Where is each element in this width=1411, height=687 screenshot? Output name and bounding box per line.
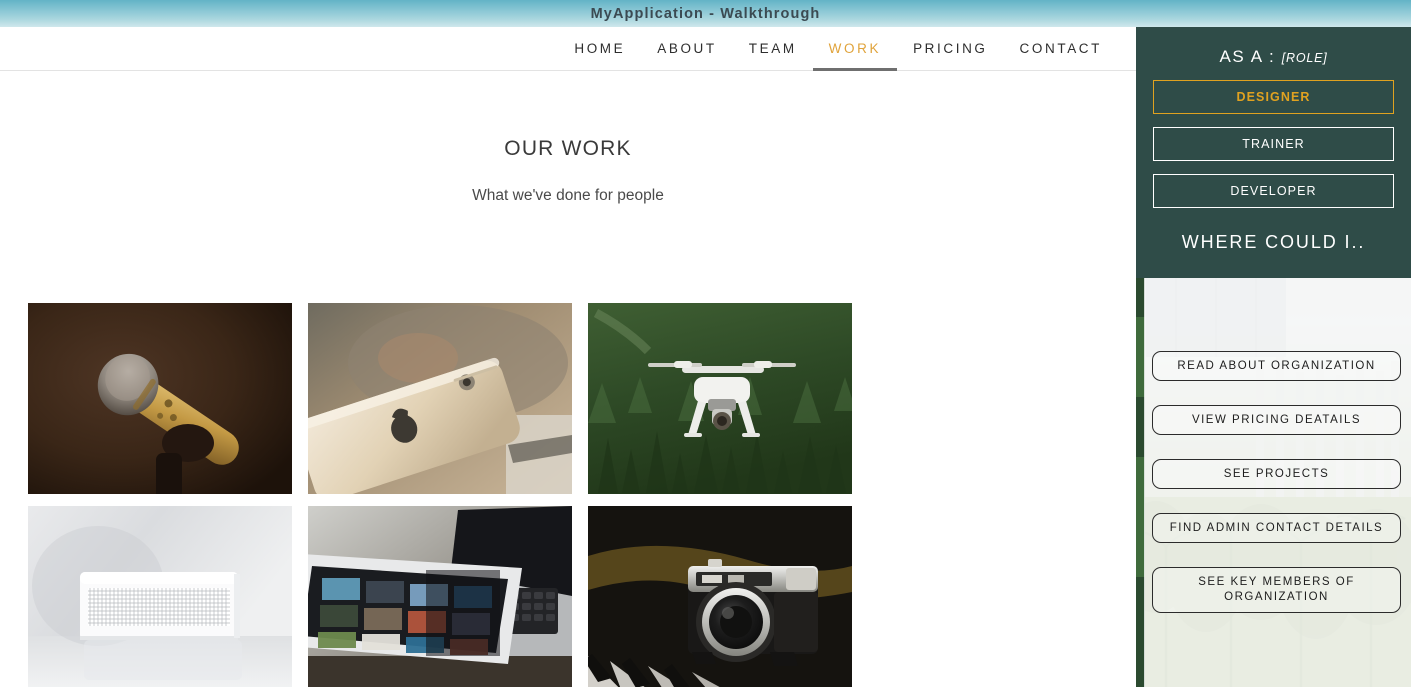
action-button-1[interactable]: VIEW PRICING DEATAILS — [1152, 405, 1401, 435]
work-section: OUR WORK What we've done for people — [0, 72, 1136, 687]
role-button-developer[interactable]: DEVELOPER — [1153, 174, 1394, 208]
window-title: MyApplication - Walkthrough — [590, 5, 821, 22]
nav-link-pricing[interactable]: PRICING — [897, 27, 1003, 71]
drone-photo — [588, 303, 852, 494]
page-title: OUR WORK — [504, 137, 632, 160]
role-prompt-slot: [ROLE] — [1281, 51, 1328, 65]
work-gallery — [28, 303, 1122, 687]
page-subtitle: What we've done for people — [472, 187, 664, 204]
nav-link-home[interactable]: HOME — [558, 27, 641, 71]
nav-link-contact[interactable]: CONTACT — [1004, 27, 1118, 71]
gallery-item[interactable] — [308, 506, 572, 687]
action-button-3[interactable]: FIND ADMIN CONTACT DETAILS — [1152, 513, 1401, 543]
camera-body — [688, 559, 818, 666]
nav-links: HOME ABOUT TEAM WORK PRICING CONTACT — [558, 27, 1118, 71]
role-button-trainer[interactable]: TRAINER — [1153, 127, 1394, 161]
window-titlebar: MyApplication - Walkthrough — [0, 0, 1411, 27]
speaker-photo — [28, 506, 292, 687]
role-prompt: AS A : [ROLE] — [1153, 27, 1394, 67]
nav-link-about[interactable]: ABOUT — [641, 27, 733, 71]
nav-link-team[interactable]: TEAM — [733, 27, 813, 71]
web-page-viewport: HOME ABOUT TEAM WORK PRICING CONTACT OUR WORK… — [0, 27, 1136, 687]
action-button-2[interactable]: SEE PROJECTS — [1152, 459, 1401, 489]
role-button-group: DESIGNER TRAINER DEVELOPER — [1153, 80, 1394, 208]
role-prompt-prefix: AS A : — [1219, 47, 1276, 66]
site-navbar: HOME ABOUT TEAM WORK PRICING CONTACT — [0, 27, 1136, 71]
nav-link-work[interactable]: WORK — [812, 27, 898, 71]
role-button-designer[interactable]: DESIGNER — [1153, 80, 1394, 114]
application-window: MyApplication - Walkthrough HOME ABOUT TEA… — [0, 0, 1411, 687]
gallery-item[interactable] — [588, 506, 852, 687]
action-button-4[interactable]: SEE KEY MEMBERS OF ORGANIZATION — [1152, 567, 1401, 613]
iphone-photo — [308, 303, 572, 494]
suggested-actions-list: READ ABOUT ORGANIZATION VIEW PRICING DEAT… — [1152, 351, 1401, 637]
walkthrough-sidebar: AS A : [ROLE] DESIGNER TRAINER DEVELOPER W… — [1136, 27, 1411, 687]
vintage-camera-photo — [588, 506, 852, 687]
gallery-item[interactable] — [588, 303, 852, 494]
where-could-i-heading: WHERE COULD I.. — [1181, 232, 1366, 252]
microphone-photo — [28, 303, 292, 494]
gallery-item[interactable] — [308, 303, 572, 494]
action-button-0[interactable]: READ ABOUT ORGANIZATION — [1152, 351, 1401, 381]
role-selection-panel: AS A : [ROLE] DESIGNER TRAINER DEVELOPER W… — [1136, 27, 1411, 278]
tablet-laptop-photo — [308, 506, 572, 687]
gallery-item[interactable] — [28, 303, 292, 494]
gallery-item[interactable] — [28, 506, 292, 687]
